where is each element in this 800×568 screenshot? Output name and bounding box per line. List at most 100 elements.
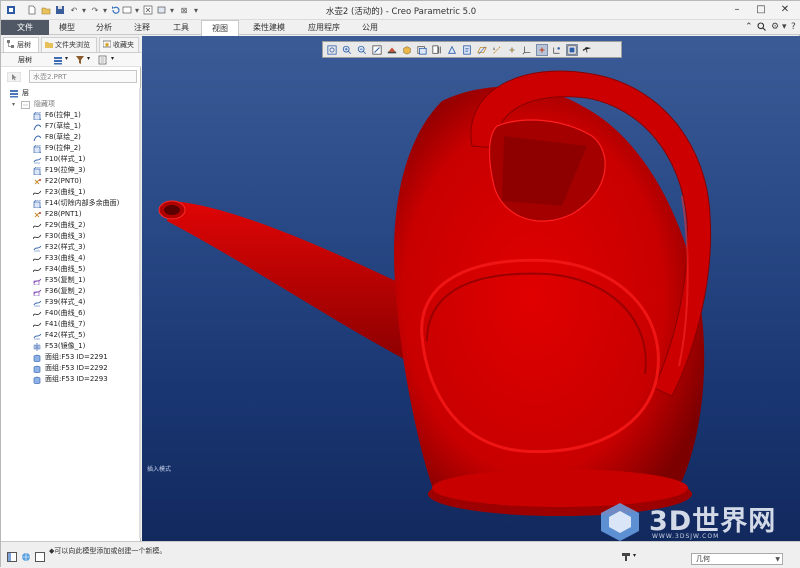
tree-item-label: F32(样式_3) — [45, 243, 86, 251]
layers-dropdown-icon[interactable]: ▾ — [65, 55, 68, 62]
layer-root-icon — [10, 90, 18, 98]
tree-scrollbar[interactable] — [139, 88, 141, 538]
navigator-tab-folder-browser[interactable]: 文件夹浏览器 — [41, 37, 97, 64]
folder-icon — [45, 42, 53, 48]
tree-root-label: 层 — [22, 89, 29, 97]
navigator-tab-layer-tree-label: 层树 — [17, 41, 31, 49]
quilt-icon — [33, 354, 41, 362]
tab-analysis[interactable]: 分析 — [85, 20, 123, 35]
style-icon — [33, 245, 41, 252]
tree-item-label: F22(PNT0) — [45, 177, 82, 185]
tree-item-label: F29(曲线_2) — [45, 221, 86, 229]
show-icon[interactable] — [98, 55, 108, 65]
minimize-button[interactable]: – — [725, 3, 749, 17]
tree-item-label: F14(切除内部多余曲面) — [45, 199, 120, 207]
layers-icon[interactable] — [53, 55, 63, 65]
mode-indicator: 插入模式 — [147, 466, 172, 473]
tree-item-label: F9(拉伸_2) — [45, 144, 81, 152]
ribbon-tabs: 文件 模型 分析 注释 工具 视图 柔性建模 应用程序 公用 ⌃ ⚙ ▾ ? — [1, 20, 800, 36]
fullscreen-icon[interactable] — [35, 552, 45, 562]
sketch-icon — [33, 135, 41, 142]
tree-item-label: F30(曲线_3) — [45, 232, 86, 240]
window-title: 水壶2 (活动的) - Creo Parametric 5.0 — [325, 7, 477, 17]
status-bar: ◆可以向此模型添加或创建一个新模。 ▾ 几何 ▼ — [1, 541, 800, 568]
navigator-toggle-icon[interactable] — [7, 552, 17, 562]
tree-item-label: 面组:F53 ID=2293 — [45, 375, 108, 383]
select-pointer-icon[interactable] — [7, 72, 21, 82]
chevron-down-icon: ▼ — [775, 556, 780, 563]
tree-item-label: F7(草绘_1) — [45, 122, 81, 130]
tab-applications[interactable]: 应用程序 — [297, 20, 351, 35]
close-button[interactable]: ✕ — [773, 3, 797, 17]
extrude-icon — [33, 112, 41, 120]
curve-icon — [33, 322, 41, 328]
tree-item-label: F19(拉伸_3) — [45, 166, 86, 174]
settings-icon[interactable]: ⚙ — [771, 22, 779, 32]
tab-annotate[interactable]: 注释 — [123, 20, 161, 35]
curve-icon — [33, 311, 41, 317]
browser-toggle-icon[interactable] — [21, 552, 31, 562]
curve-icon — [33, 267, 41, 273]
maximize-button[interactable]: □ — [749, 3, 773, 17]
collapse-arrow-icon[interactable]: ▾ — [12, 99, 15, 110]
tree-group-label: 隐藏项 — [34, 100, 55, 108]
creo-window: ↶ ▾ ↷ ▾ ▾ ▾ ⊠ ▾ 水壶2 (活动的) - Creo Paramet… — [0, 0, 800, 568]
hidden-layer-icon — [21, 101, 30, 109]
tree-title: 层树 — [18, 56, 32, 64]
tree-item-label: F23(曲线_1) — [45, 188, 86, 196]
title-bar: ↶ ▾ ↷ ▾ ▾ ▾ ⊠ ▾ 水壶2 (活动的) - Creo Paramet… — [1, 1, 800, 20]
layer-tree-icon — [7, 40, 14, 48]
tree-item-label: F8(草绘_2) — [45, 133, 81, 141]
show-dropdown-icon[interactable]: ▾ — [111, 55, 114, 62]
selection-tool-icon[interactable] — [621, 552, 631, 562]
tab-common[interactable]: 公用 — [351, 20, 389, 35]
model-select-row: 水壶2.PRT — [1, 69, 141, 85]
collapse-ribbon-icon[interactable]: ⌃ — [745, 22, 753, 32]
tree-item-label: 面组:F53 ID=2291 — [45, 353, 108, 361]
selection-filter-value: 几何 — [696, 555, 710, 563]
extrude-icon — [33, 200, 41, 208]
watermark-url: WWW.3DSJW.COM — [652, 533, 720, 540]
watering-can-model[interactable] — [142, 36, 800, 541]
settings-dropdown-icon[interactable]: ▾ — [782, 22, 787, 32]
tree-filter-icon[interactable] — [75, 55, 85, 65]
sketch-icon — [33, 124, 41, 131]
tree-item-label: F6(拉伸_1) — [45, 111, 81, 119]
selection-tool-dropdown-icon[interactable]: ▾ — [633, 552, 636, 559]
tab-file[interactable]: 文件 — [1, 20, 49, 35]
datum-point-icon — [34, 179, 41, 185]
tree-filter-dropdown-icon[interactable]: ▾ — [87, 55, 90, 62]
quilt-icon — [33, 365, 41, 373]
tree-toolbar: 层树 ▾ ▾ ▾ — [1, 53, 141, 67]
curve-icon — [33, 223, 41, 229]
style-icon — [33, 333, 41, 340]
navigator-tab-layer-tree[interactable]: 层树 — [3, 37, 39, 52]
style-icon — [33, 157, 41, 164]
help-icon[interactable]: ? — [791, 22, 796, 32]
search-icon[interactable] — [757, 22, 766, 34]
graphics-viewport[interactable]: A 插入模式 3D世界网 WWW.3DSJW.COM — [142, 36, 800, 541]
tab-tools[interactable]: 工具 — [161, 20, 201, 35]
navigator-tab-favorites[interactable]: 收藏夹 — [99, 37, 139, 52]
tab-model[interactable]: 模型 — [49, 20, 85, 35]
tab-flexible-modeling[interactable]: 柔性建模 — [241, 20, 297, 35]
tree-item-label: F33(曲线_4) — [45, 254, 86, 262]
copy-icon — [33, 278, 41, 285]
extrude-icon — [33, 167, 41, 175]
tree-item-label: F53(镜像_1) — [45, 342, 86, 350]
navigator-panel: 层树 文件夹浏览器 收藏夹 层树 ▾ ▾ ▾ 水壶2.PRT 层 — [1, 36, 141, 541]
selection-filter-dropdown[interactable]: 几何 ▼ — [691, 553, 783, 565]
tree-item-label: F41(曲线_7) — [45, 320, 86, 328]
quilt-icon — [33, 376, 41, 384]
status-message: ◆可以向此模型添加或创建一个新模。 — [49, 547, 167, 555]
tree-item-label: F39(样式_4) — [45, 298, 86, 306]
extrude-icon — [33, 145, 41, 153]
style-icon — [33, 300, 41, 307]
tab-view[interactable]: 视图 — [201, 20, 239, 36]
curve-icon — [33, 256, 41, 262]
curve-icon — [33, 190, 41, 196]
tree-item-label: F36(复制_2) — [45, 287, 86, 295]
watermark-logo-icon — [601, 503, 639, 541]
datum-point-icon — [34, 212, 41, 218]
active-model-field[interactable]: 水壶2.PRT — [29, 70, 137, 83]
